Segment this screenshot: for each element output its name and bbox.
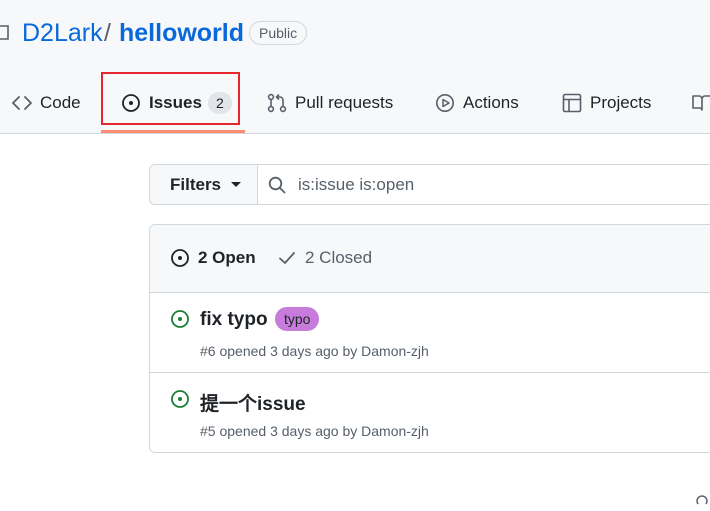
closed-issues-label: 2 Closed <box>305 248 373 267</box>
table-icon <box>562 93 582 113</box>
issue-meta: #5 opened 3 days ago by Damon-zjh <box>200 423 429 439</box>
issue-open-icon <box>171 390 189 408</box>
git-pull-request-icon <box>267 93 287 113</box>
issue-open-icon <box>171 310 189 328</box>
issues-list: 2 Open 2 Closed fix typo typo #6 opened … <box>149 224 710 453</box>
label-typo[interactable]: typo <box>275 307 320 331</box>
tab-code-label: Code <box>40 93 81 112</box>
issue-row: 提一个issue #5 opened 3 days ago by Damon-z… <box>150 373 710 452</box>
visibility-badge: Public <box>249 21 308 45</box>
issues-search-input[interactable] <box>298 165 698 204</box>
tab-wiki[interactable] <box>692 88 710 118</box>
tab-projects-label: Projects <box>590 93 652 112</box>
repo-name-link[interactable]: helloworld <box>119 19 244 48</box>
repo-separator: / <box>104 19 111 47</box>
issue-row: fix typo typo #6 opened 3 days ago by Da… <box>150 293 710 373</box>
tab-projects[interactable]: Projects <box>562 88 651 118</box>
open-issues-filter[interactable]: 2 Open <box>170 248 256 268</box>
tab-pull-requests[interactable]: Pull requests <box>267 88 393 118</box>
closed-issues-filter[interactable]: 2 Closed <box>277 248 372 268</box>
tab-actions-label: Actions <box>463 93 519 112</box>
issue-title-link[interactable]: fix typo <box>200 309 268 331</box>
code-icon <box>12 96 32 110</box>
filters-button[interactable]: Filters <box>150 165 258 204</box>
caret-down-icon <box>231 182 242 187</box>
open-issues-label: 2 Open <box>198 248 256 267</box>
issue-opened-icon <box>171 249 189 267</box>
book-icon <box>692 95 710 111</box>
check-icon <box>279 252 295 264</box>
search-icon <box>268 176 286 194</box>
tab-pull-requests-label: Pull requests <box>295 93 394 112</box>
repo-icon <box>0 25 9 40</box>
issues-tab-highlight <box>101 72 240 125</box>
filter-bar: Filters <box>149 164 710 205</box>
light-bulb-icon <box>696 495 708 505</box>
issue-meta: #6 opened 3 days ago by Damon-zjh <box>200 343 429 359</box>
tab-actions[interactable]: Actions <box>435 88 519 118</box>
filters-button-label: Filters <box>170 174 222 194</box>
play-icon <box>436 94 454 112</box>
issues-list-header: 2 Open 2 Closed <box>150 225 710 293</box>
repo-owner-link[interactable]: D2Lark <box>22 19 103 48</box>
tab-code[interactable]: Code <box>12 88 81 118</box>
issue-title-link[interactable]: 提一个issue <box>200 389 306 416</box>
selected-tab-underline <box>101 130 245 133</box>
